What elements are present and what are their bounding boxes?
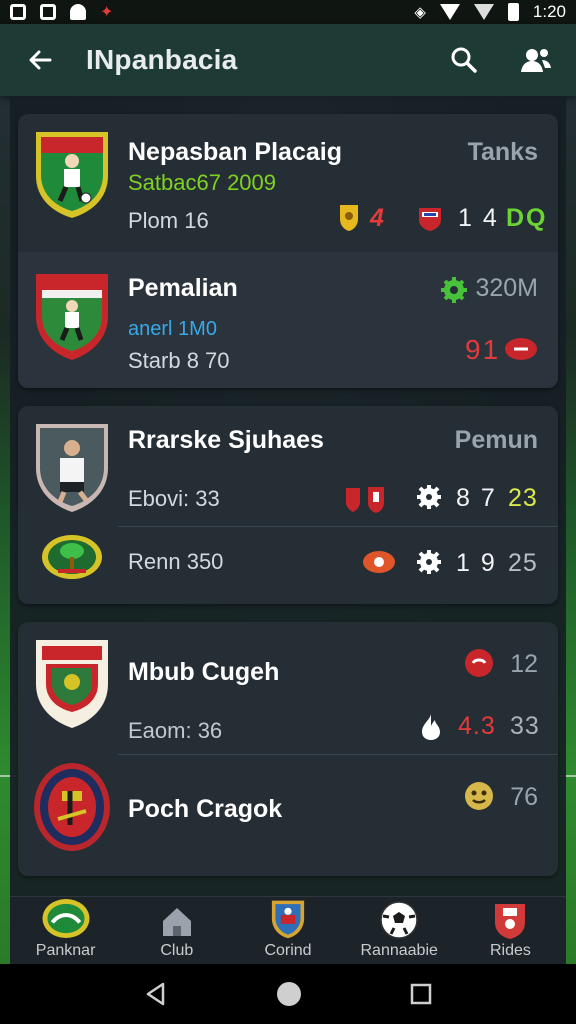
league-name: Rrarske Sjuhaes [128, 426, 324, 454]
status-time: 1:20 [532, 2, 566, 21]
stat-score: 8 7 [456, 484, 497, 512]
recents-icon[interactable] [409, 982, 433, 1006]
league-list: Nepasban Placaig Satbac67 2009 Plom 16 T… [10, 96, 566, 896]
gold-badge-icon [340, 205, 358, 231]
signal-icon [473, 4, 494, 20]
nav-label: Corind [264, 942, 312, 959]
red-badges-icon [346, 487, 384, 513]
back-arrow-icon[interactable] [24, 44, 56, 76]
nav-label: Rides [489, 942, 531, 959]
shield-icon [271, 900, 305, 939]
soccer-ball-icon [380, 901, 418, 939]
stat-total: 33 [510, 712, 540, 740]
stat-total: 23 [508, 484, 538, 512]
nav-item-club[interactable]: Club [121, 897, 232, 964]
nav-item-rides[interactable]: Rides [455, 897, 566, 964]
league-season: Satbac67 2009 [128, 170, 277, 195]
league-subtitle: Eaom: 36 [128, 718, 223, 743]
league-card[interactable]: Nepasban Placaig Satbac67 2009 Plom 16 T… [18, 114, 558, 388]
flame-icon [422, 714, 440, 740]
battery-icon [507, 3, 519, 21]
stat-score: 4.3 [458, 712, 496, 740]
orange-ball-icon [363, 551, 395, 573]
home-icon [162, 908, 191, 936]
nav-item-corind[interactable]: Corind [232, 897, 343, 964]
search-icon[interactable] [448, 44, 480, 76]
player-card-icon [36, 424, 108, 512]
tree-crest-icon [42, 535, 102, 579]
stat-badge: DQ [506, 204, 548, 232]
league-tag: Pemun [454, 426, 538, 454]
stat-score: 91 [465, 334, 501, 365]
league-name: Poch Cragok [128, 795, 283, 823]
nav-label: Club [160, 942, 194, 959]
nav-label: Panknar [35, 942, 96, 959]
list-item[interactable]: Nepasban Placaig Satbac67 2009 Plom 16 T… [18, 114, 558, 252]
status-bar: ✦ ◈ 1:20 [0, 0, 576, 24]
list-item[interactable]: Renn 350 1 9 25 [18, 527, 558, 604]
jersey-icon [495, 904, 526, 939]
league-subtitle: Starb 8 70 [128, 348, 230, 373]
league-tag: Tanks [467, 138, 538, 166]
vibrate-icon: ◈ [414, 4, 426, 21]
team-crest-icon [36, 640, 108, 728]
gear-icon [417, 485, 441, 509]
nav-item-panknar[interactable]: Panknar [10, 897, 121, 964]
league-tag: 12 [510, 650, 538, 678]
list-item[interactable]: Mbub Cugeh Eaom: 36 12 4.3 33 [18, 622, 558, 754]
league-name: Mbub Cugeh [128, 658, 280, 686]
nav-label: Rannaabie [360, 942, 438, 959]
league-code: anerl 1M0 [128, 318, 217, 340]
system-nav-bar [0, 964, 576, 1024]
stat-red: 4 [370, 204, 386, 232]
league-name: Pemalian [128, 274, 238, 302]
round-crest-icon [34, 763, 110, 851]
red-ball-icon [505, 338, 537, 360]
nav-item-rannaabie[interactable]: Rannaabie [344, 897, 455, 964]
league-subtitle: Ebovi: 33 [128, 486, 220, 511]
shield-notification-icon [70, 4, 86, 20]
league-subtitle: Renn 350 [128, 549, 224, 574]
back-icon[interactable] [143, 981, 169, 1007]
stat-score: 1 9 [456, 549, 497, 577]
league-card[interactable]: Rrarske Sjuhaes Ebovi: 33 Pemun 8 7 23 R… [18, 406, 558, 604]
league-name: Nepasban Placaig [128, 138, 342, 166]
stat-score: 1 4 [458, 204, 499, 232]
list-item[interactable]: Pemalian anerl 1M0 Starb 8 70 320M 91 [18, 252, 558, 388]
gear-icon [441, 277, 467, 303]
app-notification-icon: ✦ [100, 4, 114, 21]
team-crest-icon [36, 132, 108, 218]
people-icon[interactable] [520, 44, 552, 76]
list-item[interactable]: Rrarske Sjuhaes Ebovi: 33 Pemun 8 7 23 [18, 406, 558, 526]
league-card[interactable]: Mbub Cugeh Eaom: 36 12 4.3 33 Poch Crago… [18, 622, 558, 876]
league-tag: 320M [475, 274, 538, 302]
notification-icon [40, 4, 56, 20]
app-bar: INpanbacia [0, 24, 576, 96]
page-title: INpanbacia [86, 44, 238, 75]
gear-icon [417, 550, 441, 574]
league-tag: 76 [510, 783, 538, 811]
stat-total: 25 [508, 549, 538, 577]
crest-icon [42, 898, 90, 939]
league-subtitle: Plom 16 [128, 208, 209, 233]
team-crest-icon [36, 274, 108, 360]
notification-icon [10, 4, 26, 20]
smiley-icon [465, 782, 493, 810]
red-badge-icon [465, 649, 493, 677]
home-button-icon[interactable] [275, 980, 303, 1008]
bottom-nav: Panknar Club Corind Rannaabie Rides [10, 896, 566, 964]
red-badge-icon [419, 208, 441, 231]
wifi-icon [439, 4, 460, 20]
list-item[interactable]: Poch Cragok 76 [18, 755, 558, 876]
